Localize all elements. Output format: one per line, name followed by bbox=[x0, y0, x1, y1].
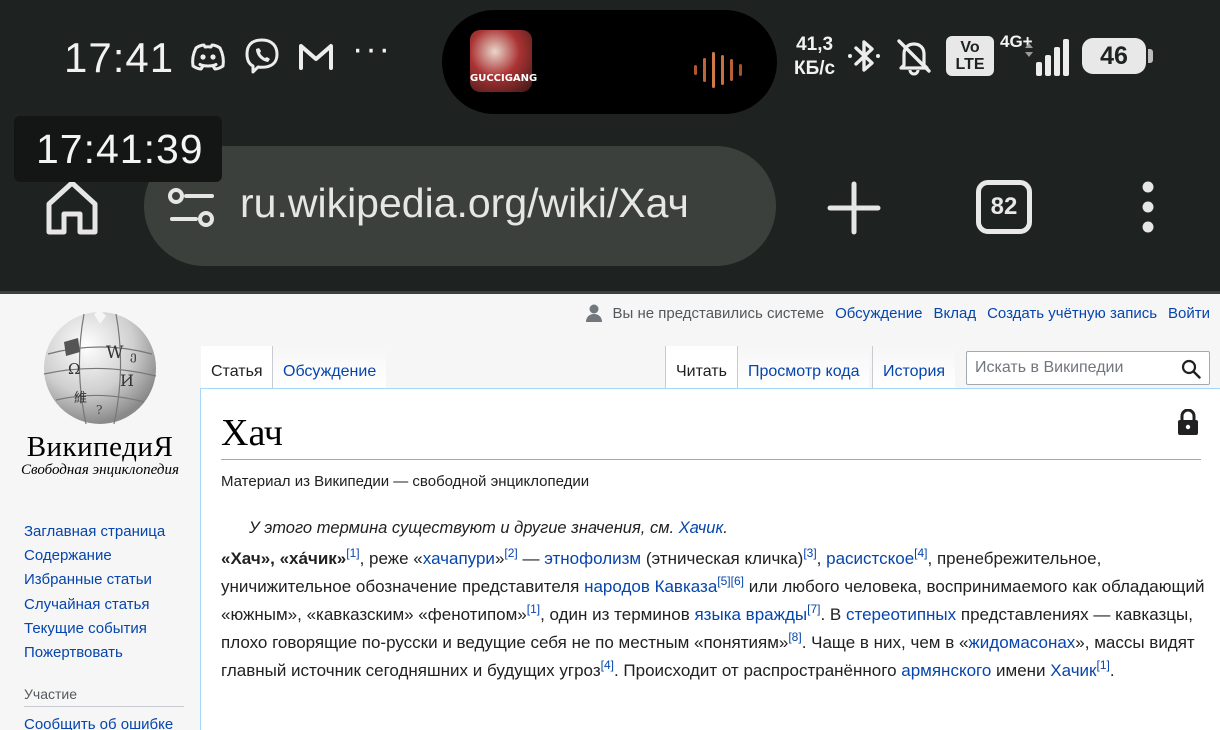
link-ethnophaulism[interactable]: этнофолизм bbox=[544, 549, 641, 568]
sidebar-item-random[interactable]: Случайная статья bbox=[24, 595, 165, 619]
ref-2[interactable]: [2] bbox=[504, 546, 517, 560]
tab-read[interactable]: Читать bbox=[665, 346, 738, 388]
wikipedia-wordmark[interactable]: ВикипедиЯ bbox=[0, 431, 200, 464]
status-time: 17:41 bbox=[64, 34, 175, 81]
overflow-menu-icon[interactable] bbox=[1136, 180, 1160, 234]
sidebar-item-current-events[interactable]: Текущие события bbox=[24, 619, 165, 643]
wiki-search bbox=[966, 351, 1210, 385]
link-peoples-caucasus[interactable]: народов Кавказа bbox=[584, 577, 717, 596]
link-racist[interactable]: расистское bbox=[826, 549, 914, 568]
contributions-link[interactable]: Вклад bbox=[933, 305, 976, 322]
sidebar-heading-participation: Участие bbox=[24, 686, 77, 702]
link-stereotypes[interactable]: стереотипных bbox=[846, 605, 956, 624]
search-icon[interactable] bbox=[1181, 359, 1201, 379]
sidebar-item-featured[interactable]: Избранные статьи bbox=[24, 570, 165, 594]
hatnote-link[interactable]: Хачик bbox=[679, 519, 724, 537]
personal-tools: Вы не представились системе Обсуждение В… bbox=[585, 304, 1210, 322]
wikipedia-globe-logo[interactable]: W Ω И 維 ე ? bbox=[34, 310, 166, 428]
tab-article[interactable]: Статья bbox=[201, 346, 273, 388]
article-content: Хач Материал из Википедии — свободной эн… bbox=[200, 388, 1220, 730]
bluetooth-icon bbox=[844, 36, 884, 76]
lead-paragraph: «Хач», «ха́чик»[1], реже «хачапури»[2] —… bbox=[221, 546, 1205, 680]
sidebar-item-main-page[interactable]: Заглавная страница bbox=[24, 522, 165, 546]
ref-1b[interactable]: [1] bbox=[527, 602, 540, 616]
network-speed: 41,3 КБ/с bbox=[794, 34, 836, 79]
audio-wave-icon bbox=[694, 52, 742, 88]
tab-history[interactable]: История bbox=[872, 346, 956, 388]
battery-indicator: 46 bbox=[1082, 38, 1153, 74]
ref-3[interactable]: [3] bbox=[803, 546, 816, 560]
site-settings-icon[interactable] bbox=[166, 186, 218, 230]
ref-5[interactable]: [5] bbox=[717, 574, 730, 588]
not-logged-in-text: Вы не представились системе bbox=[612, 304, 825, 322]
ref-4b[interactable]: [4] bbox=[601, 658, 614, 672]
create-account-link[interactable]: Создать учётную запись bbox=[987, 305, 1157, 322]
viber-icon bbox=[242, 36, 282, 76]
svg-text:W: W bbox=[106, 343, 124, 363]
user-icon bbox=[585, 304, 602, 322]
link-armenian[interactable]: армянского bbox=[901, 661, 991, 680]
hatnote: У этого термина существуют и другие знач… bbox=[249, 519, 728, 537]
ref-6[interactable]: [6] bbox=[731, 574, 744, 588]
tab-view-source[interactable]: Просмотр кода bbox=[738, 346, 870, 388]
wikipedia-page: W Ω И 維 ე ? ВикипедиЯ Свободная энциклоп… bbox=[0, 294, 1220, 730]
title-divider bbox=[221, 459, 1201, 460]
wiki-search-input[interactable] bbox=[967, 352, 1177, 384]
status-overflow-icon: ··· bbox=[352, 30, 392, 68]
new-tab-icon[interactable] bbox=[826, 180, 882, 236]
link-hate-speech[interactable]: языка вражды bbox=[694, 605, 807, 624]
sidebar-item-donate[interactable]: Пожертвовать bbox=[24, 643, 165, 667]
ref-1c[interactable]: [1] bbox=[1097, 658, 1110, 672]
user-talk-link[interactable]: Обсуждение bbox=[835, 305, 922, 322]
ref-4[interactable]: [4] bbox=[914, 546, 927, 560]
address-bar[interactable]: ru.wikipedia.org/wiki/Хач bbox=[144, 146, 776, 266]
login-link[interactable]: Войти bbox=[1168, 305, 1210, 322]
dynamic-island-media[interactable]: GUCCIGANG bbox=[442, 10, 777, 114]
ref-7[interactable]: [7] bbox=[807, 602, 820, 616]
signal-icon bbox=[1025, 39, 1069, 76]
term-bold: «Хач», «ха́чик» bbox=[221, 549, 347, 568]
discord-icon bbox=[188, 36, 228, 76]
sidebar-navigation: Заглавная страница Содержание Избранные … bbox=[24, 522, 165, 667]
sidebar-divider bbox=[24, 706, 184, 707]
ref-1[interactable]: [1] bbox=[346, 546, 359, 560]
lock-icon[interactable] bbox=[1177, 409, 1199, 435]
bell-off-icon bbox=[894, 36, 934, 76]
tab-switcher-button[interactable]: 82 bbox=[976, 180, 1032, 234]
svg-text:?: ? bbox=[96, 403, 102, 417]
svg-text:ე: ე bbox=[130, 349, 137, 363]
link-khachik[interactable]: Хачик bbox=[1050, 661, 1096, 680]
volte-badge: Vo LTE bbox=[946, 36, 994, 76]
site-sub: Материал из Википедии — свободной энцикл… bbox=[221, 473, 590, 490]
link-zhidomasony[interactable]: жидомасонах bbox=[968, 633, 1075, 652]
tab-talk[interactable]: Обсуждение bbox=[272, 346, 387, 388]
svg-text:И: И bbox=[120, 371, 134, 390]
svg-text:維: 維 bbox=[74, 391, 87, 406]
svg-text:Ω: Ω bbox=[68, 360, 80, 378]
gmail-icon bbox=[296, 36, 336, 76]
url-text[interactable]: ru.wikipedia.org/wiki/Хач bbox=[240, 180, 720, 227]
page-title: Хач bbox=[221, 412, 283, 454]
sidebar-item-report-error[interactable]: Сообщить об ошибке bbox=[24, 716, 173, 730]
album-art: GUCCIGANG bbox=[470, 30, 537, 92]
wikipedia-tagline: Свободная энциклопедия bbox=[21, 462, 179, 478]
link-khachapuri[interactable]: хачапури bbox=[423, 549, 495, 568]
browser-chrome: 17:41 ··· GUCCIGANG 41,3 КБ/с Vo LTE 4G+ bbox=[0, 0, 1220, 291]
sidebar-item-contents[interactable]: Содержание bbox=[24, 546, 165, 570]
ref-8[interactable]: [8] bbox=[788, 630, 801, 644]
floating-clock: 17:41:39 bbox=[14, 116, 222, 182]
home-icon[interactable] bbox=[44, 178, 100, 236]
